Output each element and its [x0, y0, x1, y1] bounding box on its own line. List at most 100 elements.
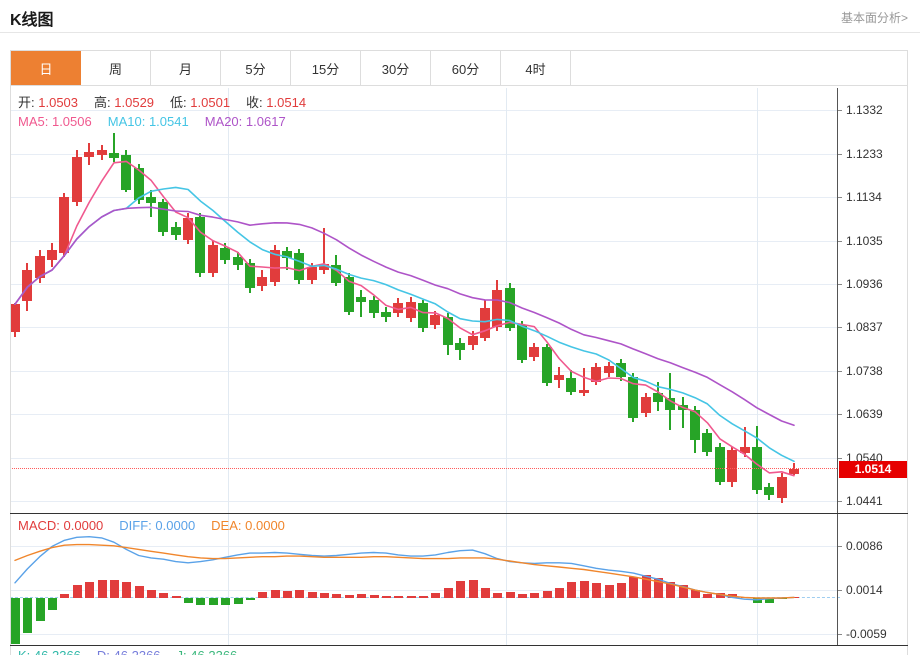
macd-tick-label: 0.0086 — [846, 539, 883, 553]
candle-body — [183, 218, 193, 240]
macd-histogram-bar — [271, 590, 280, 598]
candle-body — [430, 315, 440, 325]
candle-body — [171, 227, 181, 235]
price-tick-mark — [838, 458, 842, 459]
macd-histogram-bar — [790, 597, 799, 598]
price-tick-mark — [838, 414, 842, 415]
macd-histogram-bar — [48, 598, 57, 610]
dea-value: DEA: 0.0000 — [211, 518, 285, 533]
vertical-gridline — [506, 88, 507, 645]
tab-月[interactable]: 月 — [151, 51, 221, 85]
macd-histogram-bar — [765, 598, 774, 603]
macd-histogram-bar — [753, 598, 762, 603]
macd-histogram-bar — [357, 594, 366, 598]
macd-histogram-bar — [741, 597, 750, 598]
candle-body — [616, 363, 626, 377]
candle-body — [418, 303, 428, 328]
macd-histogram-bar — [382, 596, 391, 598]
price-tick-mark — [838, 327, 842, 328]
candle-body — [208, 245, 218, 273]
tab-30分[interactable]: 30分 — [361, 51, 431, 85]
macd-tick-label: -0.0059 — [846, 627, 887, 641]
diff-value: DIFF: 0.0000 — [119, 518, 196, 533]
current-price-badge: 1.0514 — [839, 461, 907, 478]
tab-15分[interactable]: 15分 — [291, 51, 361, 85]
candle-body — [455, 343, 465, 350]
candle-body — [109, 153, 119, 158]
price-tick-mark — [838, 241, 842, 242]
candle-body — [505, 288, 515, 328]
main-macd-separator — [10, 513, 908, 514]
macd-gridline — [10, 546, 837, 547]
macd-histogram-bar — [221, 598, 230, 605]
candle-body — [628, 377, 638, 418]
macd-histogram-bar — [407, 596, 416, 598]
macd-value: MACD: 0.0000 — [18, 518, 104, 533]
macd-header: MACD: 0.0000 DIFF: 0.0000 DEA: 0.0000 — [18, 518, 301, 533]
macd-histogram-bar — [716, 593, 725, 598]
price-tick-label: 1.1332 — [846, 103, 883, 117]
candle-body — [47, 250, 57, 260]
candle-body — [294, 253, 304, 280]
macd-histogram-bar — [419, 596, 428, 598]
macd-histogram-bar — [518, 594, 527, 598]
ma20-line — [14, 206, 795, 427]
candle-body — [777, 477, 787, 498]
macd-histogram-bar — [159, 593, 168, 598]
candle-body — [480, 308, 490, 338]
main-gridline — [10, 284, 837, 285]
candle-body — [146, 197, 156, 203]
macd-histogram-bar — [567, 582, 576, 598]
ma-header: MA5: 1.0506 MA10: 1.0541 MA20: 1.0617 — [18, 114, 302, 129]
price-axis-line — [837, 88, 838, 645]
macd-histogram-bar — [234, 598, 243, 604]
candle-body — [653, 393, 663, 402]
macd-histogram-bar — [332, 594, 341, 598]
macd-histogram-bar — [456, 581, 465, 598]
macd-histogram-bar — [73, 585, 82, 598]
title-divider — [0, 32, 920, 33]
macd-histogram-bar — [135, 586, 144, 598]
macd-histogram-bar — [642, 575, 651, 598]
candle-body — [257, 277, 267, 286]
main-gridline — [10, 154, 837, 155]
ma20-value: MA20: 1.0617 — [204, 114, 286, 129]
macd-histogram-bar — [530, 593, 539, 598]
macd-histogram-bar — [11, 598, 20, 644]
tab-周[interactable]: 周 — [81, 51, 151, 85]
main-gridline — [10, 501, 837, 502]
candle-body — [245, 263, 255, 288]
candle-body — [492, 290, 502, 327]
candle-body — [727, 450, 737, 482]
candle-body — [604, 366, 614, 373]
page-title: K线图 — [10, 12, 54, 29]
macd-gridline — [10, 634, 837, 635]
fundamental-analysis-link[interactable]: 基本面分析> — [841, 9, 908, 26]
candle-body — [22, 270, 32, 301]
candle-body — [72, 157, 82, 202]
tab-60分[interactable]: 60分 — [431, 51, 501, 85]
close-value: 收: 1.0514 — [246, 95, 307, 110]
macd-histogram-bar — [370, 595, 379, 598]
kdj-j-value: J: 46.2366 — [177, 648, 238, 655]
candle-body — [690, 410, 700, 440]
kline-chart-page: K线图 基本面分析> 日周月 5分 15分 30分 60分 4时 开: 1.0503 高:… — [0, 0, 920, 655]
candle-body — [517, 325, 527, 360]
low-value: 低: 1.0501 — [170, 95, 231, 110]
price-tick-label: 1.0936 — [846, 277, 883, 291]
price-tick-label: 1.1134 — [846, 190, 882, 204]
macd-histogram-bar — [246, 598, 255, 600]
macd-histogram-bar — [778, 598, 787, 599]
kdj-k-value: K: 46.2366 — [18, 648, 81, 655]
ma10-value: MA10: 1.0541 — [107, 114, 189, 129]
tab-4时[interactable]: 4时 — [501, 51, 571, 85]
tab-日[interactable]: 日 — [11, 51, 81, 85]
tab-5分[interactable]: 5分 — [221, 51, 291, 85]
macd-tick-label: 0.0014 — [846, 583, 883, 597]
ma10-line — [14, 186, 795, 463]
macd-tick-mark — [838, 546, 842, 547]
price-tick-label: 1.0441 — [846, 494, 883, 508]
kdj-d-value: D: 46.2366 — [97, 648, 161, 655]
candle-body — [789, 469, 799, 474]
candle-body — [715, 447, 725, 482]
